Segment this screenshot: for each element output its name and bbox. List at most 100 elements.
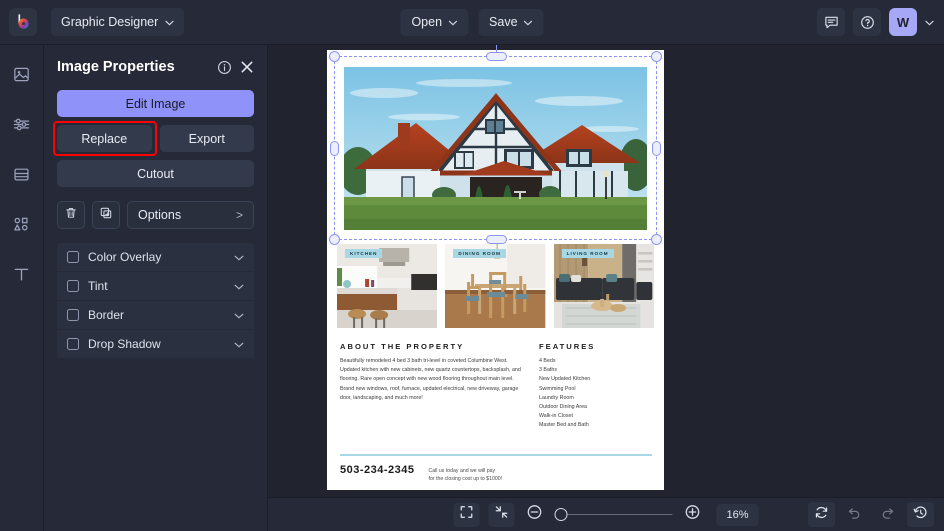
effect-border[interactable]: Border	[57, 301, 254, 329]
edit-image-button[interactable]: Edit Image	[57, 90, 254, 117]
project-type-label: Graphic Designer	[61, 15, 159, 29]
selection-box[interactable]	[329, 45, 662, 245]
open-label: Open	[411, 15, 443, 29]
feature-item: 4 Beds	[539, 358, 556, 364]
zoom-in-button[interactable]	[682, 504, 704, 526]
zoom-out-icon	[527, 504, 543, 525]
feature-item: New Updated Kitchen	[539, 376, 591, 383]
sidebar-item-adjust[interactable]	[10, 115, 34, 139]
duplicate-icon	[99, 206, 113, 225]
room-thumbnails: KITCHEN DINING ROOM LIVING ROOM	[337, 244, 654, 328]
replace-export-row: Replace Export	[53, 121, 254, 156]
sidebar-item-shapes[interactable]	[10, 215, 34, 239]
thumbnail-kitchen[interactable]: KITCHEN	[337, 244, 438, 328]
resize-handle-left[interactable]	[330, 141, 339, 156]
image-icon	[12, 65, 31, 89]
feature-item: Swimming Pool	[539, 385, 576, 392]
cutout-button[interactable]: Cutout	[57, 160, 254, 187]
object-actions-row: Options >	[57, 201, 254, 229]
fit-screen-button[interactable]	[453, 502, 480, 527]
header-right-actions: W	[817, 8, 934, 36]
zoom-slider[interactable]	[554, 508, 673, 522]
about-body: Beautifully remodeled 4 bed 3 bath tri-l…	[340, 358, 521, 401]
checkbox[interactable]	[67, 280, 79, 292]
project-type-selector[interactable]: Graphic Designer	[51, 8, 185, 36]
refresh-icon	[814, 505, 829, 525]
zoom-in-icon	[685, 504, 701, 525]
avatar[interactable]: W	[889, 8, 917, 36]
duplicate-button[interactable]	[92, 201, 120, 229]
document-footer: 503-234-2345 Call us today and we will p…	[340, 464, 652, 484]
replace-button[interactable]: Replace	[57, 125, 152, 152]
features-column: FEATURES 4 Beds 3 Baths New Updated Kitc…	[539, 342, 649, 431]
resize-handle-top[interactable]	[485, 52, 507, 61]
tool-rail	[0, 45, 44, 531]
zoom-level-value[interactable]: 16%	[716, 503, 759, 526]
feature-item: Laundry Room	[539, 394, 574, 401]
zoom-out-button[interactable]	[524, 504, 546, 526]
befunky-logo-icon[interactable]	[9, 8, 37, 36]
thumbnail-living-room[interactable]: LIVING ROOM	[553, 244, 654, 328]
effect-label: Drop Shadow	[88, 337, 161, 351]
effects-list: Color Overlay Tint Border Drop Shadow	[57, 243, 254, 359]
shrink-button[interactable]	[488, 502, 515, 527]
help-icon[interactable]	[853, 8, 881, 36]
options-button[interactable]: Options >	[127, 201, 254, 229]
history-button[interactable]	[907, 502, 934, 527]
undo-button[interactable]	[841, 502, 868, 527]
chevron-down-icon[interactable]	[234, 277, 244, 295]
close-icon[interactable]	[240, 60, 254, 74]
chevron-right-icon: >	[235, 208, 243, 222]
checkbox[interactable]	[67, 309, 79, 321]
resize-handle-right[interactable]	[652, 141, 661, 156]
app-window: Graphic Designer Open Save W Image Prope…	[0, 0, 944, 531]
checkbox[interactable]	[67, 251, 79, 263]
bottom-toolbar: 16%	[268, 497, 944, 531]
shapes-icon	[12, 215, 31, 239]
history-icon	[913, 505, 928, 525]
sidebar-item-layout[interactable]	[10, 165, 34, 189]
options-label: Options	[138, 208, 182, 222]
shrink-icon	[495, 505, 509, 524]
effect-tint[interactable]: Tint	[57, 272, 254, 300]
cta-line-2: for the closing cost up to $1000!	[428, 476, 503, 483]
save-button[interactable]: Save	[478, 8, 544, 36]
thumbnail-label: KITCHEN	[345, 249, 383, 258]
feature-item: Outdoor Dining Area	[539, 404, 587, 411]
chevron-down-icon[interactable]	[234, 335, 244, 353]
redo-button[interactable]	[874, 502, 901, 527]
comment-icon[interactable]	[817, 8, 845, 36]
layout-icon	[12, 165, 31, 189]
chevron-down-icon[interactable]	[234, 306, 244, 324]
delete-button[interactable]	[57, 201, 85, 229]
sidebar-item-text[interactable]	[10, 265, 34, 289]
chevron-down-icon	[448, 15, 457, 29]
effect-label: Color Overlay	[88, 250, 162, 264]
refresh-button[interactable]	[808, 502, 835, 527]
avatar-chevron-down-icon[interactable]	[925, 13, 934, 31]
zoom-slider-track	[554, 513, 673, 516]
canvas-area[interactable]: KITCHEN DINING ROOM LIVING ROOM ABOUT TH…	[268, 45, 944, 497]
resize-handle-top-right[interactable]	[651, 51, 662, 62]
fit-screen-icon	[460, 505, 474, 524]
undo-icon	[847, 505, 862, 525]
thumbnail-label: LIVING ROOM	[561, 249, 614, 258]
design-document[interactable]: KITCHEN DINING ROOM LIVING ROOM ABOUT TH…	[327, 45, 664, 490]
resize-handle-bottom[interactable]	[485, 235, 507, 244]
text-icon	[12, 265, 31, 289]
open-button[interactable]: Open	[400, 8, 469, 36]
chevron-down-icon[interactable]	[234, 248, 244, 266]
info-icon[interactable]	[217, 60, 232, 75]
zoom-slider-knob[interactable]	[554, 508, 568, 521]
effect-color-overlay[interactable]: Color Overlay	[57, 243, 254, 271]
sidebar-item-image[interactable]	[10, 65, 34, 89]
thumbnail-dining-room[interactable]: DINING ROOM	[445, 244, 546, 328]
app-header: Graphic Designer Open Save W	[0, 0, 944, 45]
export-button[interactable]: Export	[159, 125, 254, 152]
sliders-icon	[12, 115, 31, 139]
checkbox[interactable]	[67, 338, 79, 350]
cta-line-1: Call us today and we will pay	[428, 468, 496, 474]
effect-drop-shadow[interactable]: Drop Shadow	[57, 330, 254, 358]
resize-handle-top-left[interactable]	[329, 51, 340, 62]
feature-item: Master Bed and Bath	[539, 422, 589, 429]
